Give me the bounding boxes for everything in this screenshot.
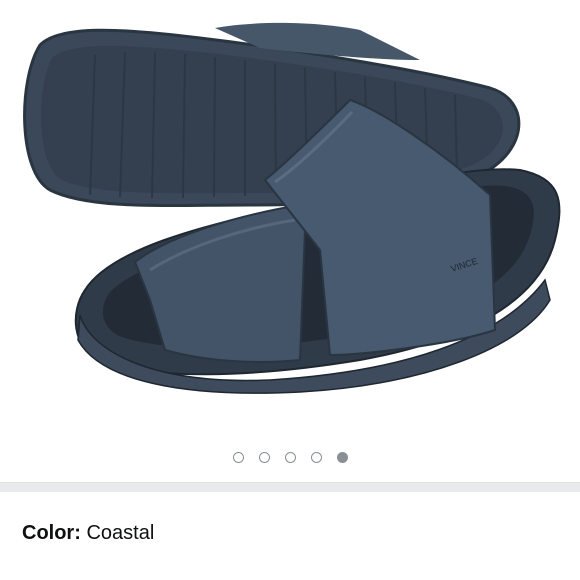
color-value: Coastal	[86, 522, 155, 544]
carousel-dots	[0, 452, 580, 468]
color-variation: Color: Coastal	[22, 522, 154, 545]
product-screen: VINCE Color: Coastal	[0, 0, 580, 580]
color-label: Color:	[22, 522, 81, 544]
product-image-gallery[interactable]: VINCE	[0, 0, 580, 440]
carousel-dot-5-active[interactable]	[336, 452, 348, 463]
section-divider	[0, 482, 580, 492]
product-image[interactable]: VINCE	[0, 0, 580, 440]
carousel-dot-1[interactable]	[232, 452, 244, 463]
carousel-dot-4[interactable]	[310, 452, 322, 463]
carousel-dot-2[interactable]	[258, 452, 270, 463]
carousel-dot-3[interactable]	[284, 452, 296, 463]
